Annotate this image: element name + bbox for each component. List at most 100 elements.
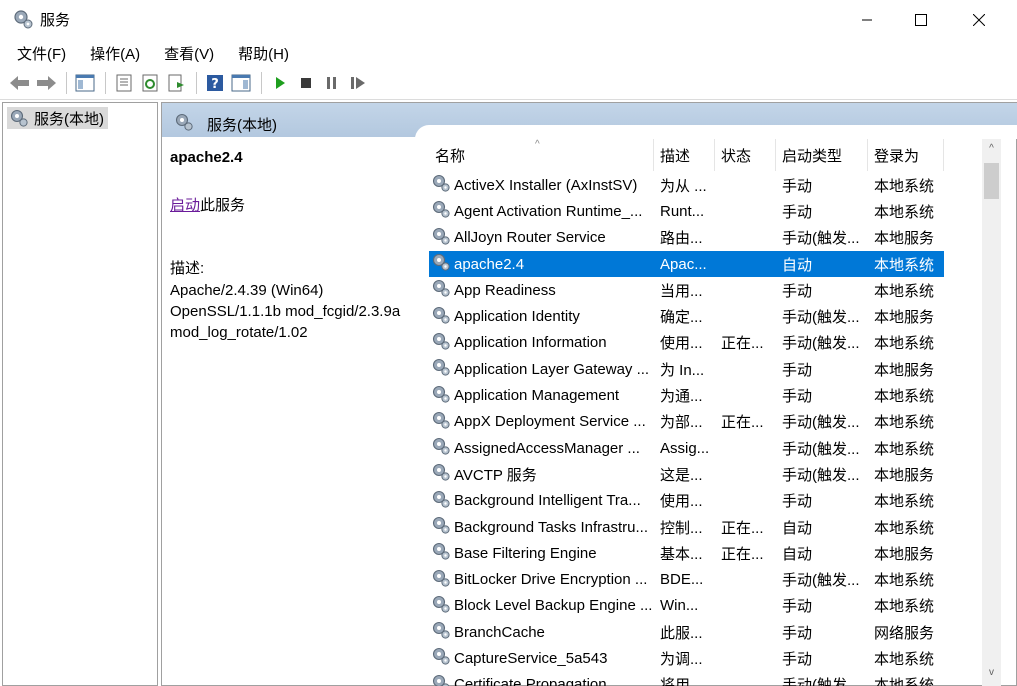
cell-log-on-as: 网络服务 — [874, 624, 935, 642]
table-row[interactable]: ActiveX Installer (AxInstSV) 为从 ... 手动 本地系统 — [429, 172, 944, 198]
table-row[interactable]: BranchCache 此服... 手动 网络服务 — [429, 619, 944, 645]
column-header-startup-type[interactable]: 启动类型 — [776, 139, 868, 171]
minimize-icon — [862, 19, 872, 21]
cell-name: Application Management — [429, 384, 654, 408]
close-button[interactable] — [950, 0, 1008, 40]
table-row[interactable]: Application Management 为通... 手动 本地系统 — [429, 382, 944, 408]
service-name: Agent Activation Runtime_... — [454, 202, 643, 220]
cell-description: Win... — [660, 597, 699, 615]
service-name: ActiveX Installer (AxInstSV) — [454, 176, 638, 194]
pane-tab-edge — [415, 125, 1017, 139]
back-icon — [10, 75, 29, 90]
restart-service-button[interactable] — [346, 71, 370, 95]
pause-service-button[interactable] — [320, 71, 344, 95]
cell-startup-type: 手动 — [782, 598, 813, 616]
service-name: BranchCache — [454, 623, 545, 641]
service-gear-icon — [431, 199, 451, 223]
service-gear-icon — [431, 436, 451, 460]
maximize-button[interactable] — [892, 0, 950, 40]
table-row[interactable]: Application Identity 确定... 手动(触发... 本地服务 — [429, 303, 944, 329]
properties-button[interactable] — [112, 71, 136, 95]
table-row[interactable]: Block Level Backup Engine ... Win... 手动 本地系… — [429, 593, 944, 619]
column-header-log-on-as[interactable]: 登录为 — [868, 139, 944, 171]
service-name: App Readiness — [454, 281, 556, 299]
help-icon: ? — [207, 74, 223, 92]
start-service-link[interactable]: 启动 — [170, 197, 200, 214]
table-row[interactable]: Certificate Propagation 将用... 手动(触发... 本地系统 — [429, 672, 944, 686]
table-row[interactable]: BitLocker Drive Encryption ... BDE... 手动(触… — [429, 566, 944, 592]
table-row[interactable]: Background Intelligent Tra... 使用... 手动 本地系统 — [429, 488, 944, 514]
service-name: Application Information — [454, 334, 607, 352]
cell-name: apache2.4 — [429, 252, 654, 276]
back-button[interactable] — [8, 71, 32, 95]
service-description-panel: apache2.4 启动此服务 描述: Apache/2.4.39 (Win64… — [170, 149, 420, 343]
cell-startup-type: 手动 — [782, 388, 813, 406]
scroll-down-icon[interactable]: v — [982, 667, 1001, 681]
menu-action[interactable]: 操作(A) — [83, 40, 147, 66]
tree-item-services-local[interactable]: 服务(本地) — [7, 107, 108, 129]
start-service-button[interactable] — [268, 71, 292, 95]
table-row[interactable]: AVCTP 服务 这是... 手动(触发... 本地服务 — [429, 461, 944, 487]
table-row[interactable]: AssignedAccessManager ... Assig... 手动(触发..… — [429, 435, 944, 461]
cell-status: 正在... — [721, 335, 764, 353]
toolbar-separator — [261, 71, 262, 94]
service-name: BitLocker Drive Encryption ... — [454, 571, 648, 589]
vertical-scrollbar[interactable]: ^ v — [982, 139, 1001, 686]
cell-log-on-as: 本地系统 — [874, 572, 935, 590]
services-list: ^ 名称 描述 状态 启动类型 登录为 ActiveX Installer (A… — [429, 139, 1017, 686]
show-hide-action-pane-button[interactable] — [229, 71, 253, 95]
service-gear-icon — [431, 620, 451, 644]
cell-name: AssignedAccessManager ... — [429, 436, 654, 460]
cell-startup-type: 手动 — [782, 361, 813, 379]
menu-file[interactable]: 文件(F) — [10, 40, 73, 66]
service-gear-icon — [431, 331, 451, 355]
cell-log-on-as: 本地系统 — [874, 177, 935, 195]
cell-name: Application Layer Gateway ... — [429, 357, 654, 381]
table-row[interactable]: Agent Activation Runtime_... Runt... 手动 本地系… — [429, 198, 944, 224]
toolbar: ? — [0, 66, 1017, 100]
scroll-up-icon[interactable]: ^ — [982, 143, 1001, 157]
table-row[interactable]: Application Information 使用... 正在... 手动(触发..… — [429, 330, 944, 356]
show-hide-tree-button[interactable] — [73, 71, 97, 95]
maximize-icon — [915, 14, 927, 26]
refresh-icon — [142, 74, 158, 91]
table-row[interactable]: App Readiness 当用... 手动 本地系统 — [429, 277, 944, 303]
column-header-description[interactable]: 描述 — [654, 139, 715, 171]
help-button[interactable]: ? — [203, 71, 227, 95]
selected-service-name: apache2.4 — [170, 149, 243, 166]
stop-service-button[interactable] — [294, 71, 318, 95]
table-row[interactable]: apache2.4 Apac... 自动 本地系统 — [429, 250, 944, 278]
cell-status: 正在... — [721, 519, 764, 537]
table-row[interactable]: Base Filtering Engine 基本... 正在... 自动 本地服务 — [429, 540, 944, 566]
column-header-status[interactable]: 状态 — [715, 139, 776, 171]
service-gear-icon — [431, 646, 451, 670]
refresh-button[interactable] — [138, 71, 162, 95]
export-list-icon — [168, 74, 184, 91]
forward-button[interactable] — [34, 71, 58, 95]
table-row[interactable]: Background Tasks Infrastru... 控制... 正在... 自… — [429, 514, 944, 540]
service-gear-icon — [431, 305, 451, 329]
show-hide-action-pane-icon — [231, 74, 251, 91]
table-row[interactable]: Application Layer Gateway ... 为 In... 手动 本地… — [429, 356, 944, 382]
column-header-name[interactable]: ^ 名称 — [429, 139, 654, 171]
table-row[interactable]: AppX Deployment Service ... 为部... 正在... 手动(… — [429, 409, 944, 435]
cell-description: 为调... — [660, 650, 703, 668]
service-gear-icon — [431, 173, 451, 197]
menu-view[interactable]: 查看(V) — [157, 40, 221, 66]
minimize-button[interactable] — [838, 0, 896, 40]
cell-startup-type: 自动 — [782, 519, 813, 537]
service-name: AssignedAccessManager ... — [454, 439, 640, 457]
cell-log-on-as: 本地系统 — [874, 677, 935, 686]
cell-startup-type: 手动 — [782, 650, 813, 668]
cell-name: BitLocker Drive Encryption ... — [429, 568, 654, 592]
window-title: 服务 — [40, 12, 71, 29]
column-header-label: 登录为 — [874, 148, 920, 165]
service-name: Application Management — [454, 387, 620, 405]
pause-service-icon — [327, 76, 336, 89]
cell-startup-type: 手动(触发... — [782, 230, 860, 248]
scroll-thumb[interactable] — [984, 163, 999, 199]
export-list-button[interactable] — [164, 71, 188, 95]
table-row[interactable]: AllJoyn Router Service 路由... 手动(触发... 本地服务 — [429, 225, 944, 251]
table-row[interactable]: CaptureService_5a543 为调... 手动 本地系统 — [429, 645, 944, 671]
menu-help[interactable]: 帮助(H) — [231, 40, 296, 66]
